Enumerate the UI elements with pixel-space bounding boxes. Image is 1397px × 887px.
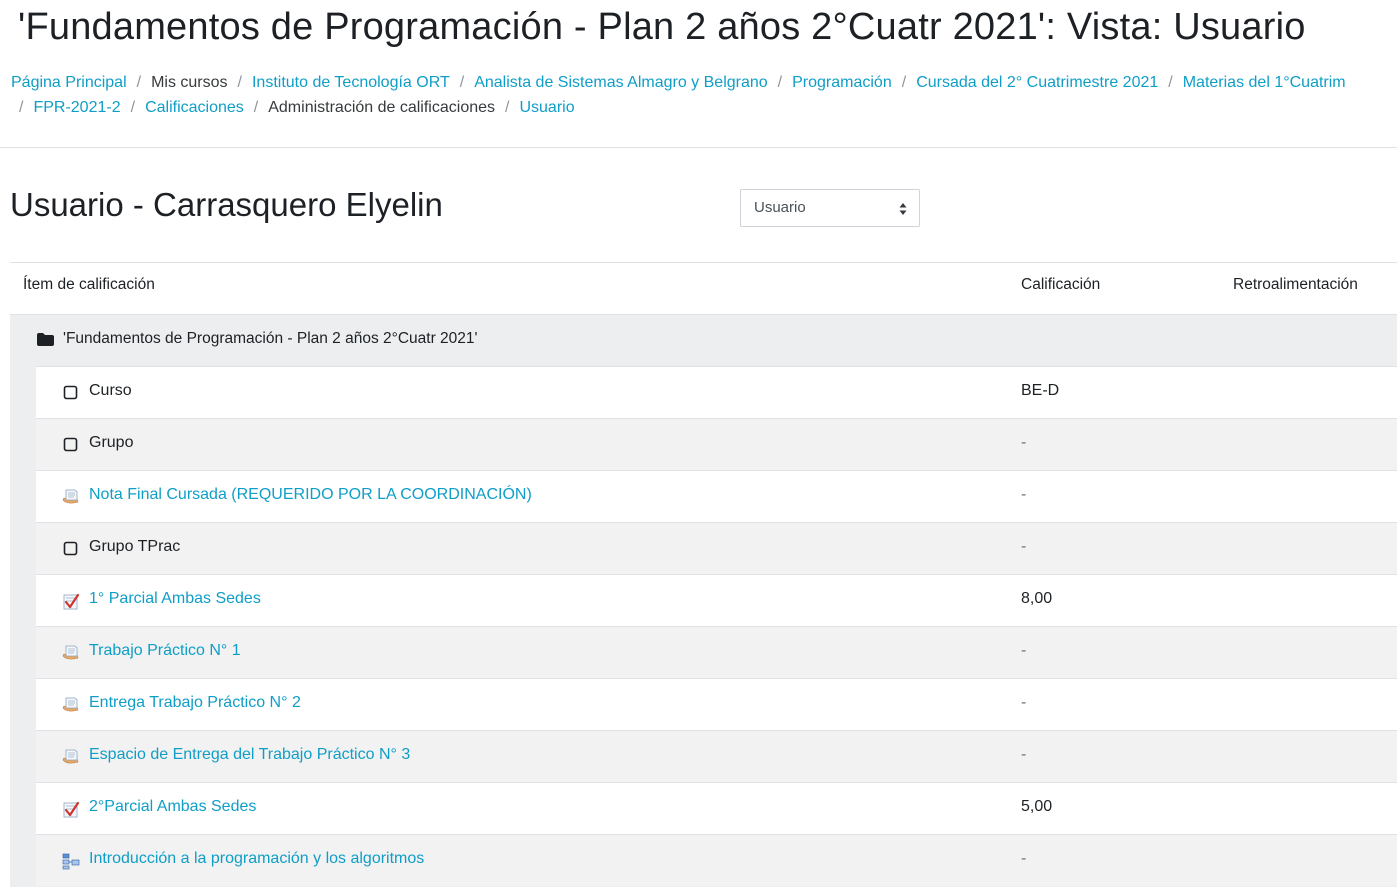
grade-item-link[interactable]: Entrega Trabajo Práctico N° 2 [89, 694, 301, 712]
quiz-icon [62, 800, 80, 818]
grade-value: - [1021, 642, 1027, 659]
folder-icon [37, 333, 54, 346]
view-select[interactable]: Usuario [740, 189, 920, 227]
column-header-feedback: Retroalimentación [1233, 276, 1358, 293]
grade-value: - [1021, 434, 1027, 451]
assignment-icon [62, 644, 80, 662]
grade-item-label: Curso [89, 382, 132, 399]
breadcrumb-link[interactable]: Instituto de Tecnología ORT [252, 74, 450, 91]
breadcrumb-separator: / [505, 99, 510, 116]
grade-item-row: Curso BE-D [36, 366, 1397, 418]
breadcrumb-separator: / [901, 74, 907, 91]
checkbox-square-icon [62, 384, 80, 402]
grade-value: - [1021, 486, 1027, 503]
breadcrumb-text: Mis cursos [151, 74, 228, 91]
grade-item-link[interactable]: Espacio de Entrega del Trabajo Práctico … [89, 746, 410, 764]
grade-item-row: Entrega Trabajo Práctico N° 2 - [36, 678, 1397, 730]
grade-item-row: 1° Parcial Ambas Sedes 8,00 [36, 574, 1397, 626]
assignment-icon [62, 488, 80, 506]
grade-value: - [1021, 746, 1027, 763]
breadcrumb-link[interactable]: FPR-2021-2 [33, 99, 120, 116]
grade-item-link[interactable]: Introducción a la programación y los alg… [89, 850, 424, 868]
breadcrumb-separator: / [253, 99, 259, 116]
user-heading: Usuario - Carrasquero Elyelin [10, 186, 443, 223]
grade-item-link[interactable]: 2°Parcial Ambas Sedes [89, 798, 256, 816]
grade-value: - [1021, 538, 1027, 555]
grade-item-link[interactable]: 1° Parcial Ambas Sedes [89, 590, 261, 608]
lesson-icon [62, 852, 80, 870]
breadcrumb-separator: / [777, 74, 783, 91]
column-header-grade: Calificación [1021, 276, 1101, 293]
grade-item-link[interactable]: Trabajo Práctico N° 1 [89, 642, 241, 660]
grade-item-row: Grupo - [36, 418, 1397, 470]
category-label: 'Fundamentos de Programación - Plan 2 añ… [63, 330, 478, 347]
breadcrumb-link[interactable]: Analista de Sistemas Almagro y Belgrano [474, 74, 767, 91]
breadcrumb-separator: / [237, 74, 242, 91]
column-header-item: Ítem de calificación [23, 276, 155, 293]
grade-value: - [1021, 694, 1027, 711]
grade-item-row: 2°Parcial Ambas Sedes 5,00 [36, 782, 1397, 834]
header-divider [0, 147, 1397, 148]
grade-value: 5,00 [1021, 798, 1053, 815]
grade-item-row: Grupo TPrac - [36, 522, 1397, 574]
assignment-icon [62, 748, 80, 766]
grade-item-row: Espacio de Entrega del Trabajo Práctico … [36, 730, 1397, 782]
breadcrumb-text: Administración de calificaciones [268, 99, 496, 116]
checkbox-square-icon [62, 436, 80, 454]
quiz-icon [62, 592, 80, 610]
grade-item-label: Grupo TPrac [89, 538, 181, 555]
category-row: 'Fundamentos de Programación - Plan 2 añ… [10, 314, 1397, 366]
breadcrumb-link[interactable]: Programación [792, 74, 892, 91]
breadcrumb-link[interactable]: Cursada del 2° Cuatrimestre 2021 [916, 74, 1158, 91]
breadcrumb-separator: / [130, 99, 136, 116]
select-arrows-icon [899, 203, 907, 215]
grade-item-label: Grupo [89, 434, 134, 451]
breadcrumb-separator: / [459, 74, 465, 91]
grade-value: 8,00 [1021, 590, 1053, 607]
breadcrumb-link[interactable]: Calificaciones [145, 99, 244, 116]
breadcrumb-line-2: / FPR-2021-2 / Calificaciones / Administració… [11, 95, 1397, 120]
grade-item-link[interactable]: Nota Final Cursada (REQUERIDO POR LA COO… [89, 486, 532, 504]
grade-item-row: Introducción a la programación y los alg… [36, 834, 1397, 886]
grade-item-row: Nota Final Cursada (REQUERIDO POR LA COO… [36, 470, 1397, 522]
breadcrumb-separator: / [19, 99, 24, 116]
breadcrumb-link[interactable]: Página Principal [11, 74, 127, 91]
grade-value: - [1021, 850, 1027, 867]
breadcrumb-line-1: Página Principal / Mis cursos / Instituto de… [11, 70, 1397, 95]
breadcrumb-link[interactable]: Usuario [519, 99, 574, 116]
table-top-border [10, 262, 1397, 263]
assignment-icon [62, 696, 80, 714]
breadcrumb: Página Principal / Mis cursos / Instituto de… [11, 70, 1397, 120]
grade-value: BE-D [1021, 382, 1060, 399]
grade-item-row: Trabajo Práctico N° 1 - [36, 626, 1397, 678]
page-title: 'Fundamentos de Programación - Plan 2 añ… [18, 6, 1306, 48]
checkbox-square-icon [62, 540, 80, 558]
breadcrumb-separator: / [136, 74, 142, 91]
breadcrumb-link[interactable]: Materias del 1°Cuatrim [1183, 74, 1346, 91]
view-select-value: Usuario [754, 199, 806, 216]
breadcrumb-separator: / [1168, 74, 1173, 91]
